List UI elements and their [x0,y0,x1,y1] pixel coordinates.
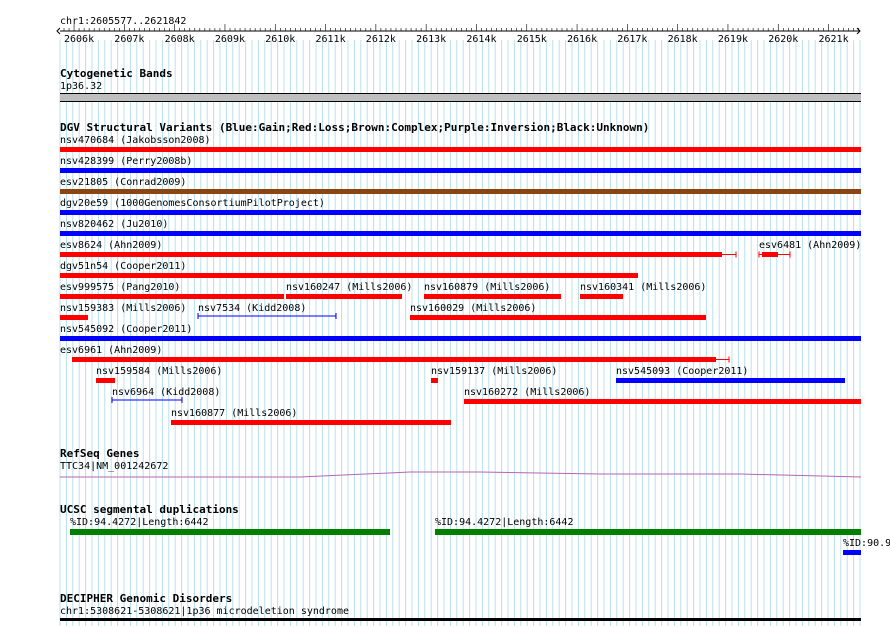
refseq-gene-line[interactable] [60,471,862,478]
dgv-feature-bar-nsv160029[interactable] [410,315,706,320]
dgv-feature-bar-dgv51n54[interactable] [60,273,638,278]
dgv-feature-bar-nsv820462[interactable] [60,231,861,236]
dgv-feature-bar-nsv7534[interactable] [197,313,337,319]
dgv-feature-bar-esv8624[interactable] [60,251,737,258]
dgv-feature-bar-nsv159584[interactable] [96,378,115,383]
dgv-feature-bar-nsv160877[interactable] [171,420,451,425]
dgv-feature-bar-nsv470684[interactable] [60,147,861,152]
dgv-feature-bar-nsv160247[interactable] [286,294,402,299]
segdup-bar-3[interactable] [843,550,861,555]
dgv-feature-bar-nsv545093[interactable] [616,378,845,383]
segdup-bar-2[interactable] [435,529,861,535]
feature-canvas [60,147,862,555]
dgv-feature-bar-esv999575[interactable] [60,294,284,299]
dgv-feature-bar-esv6961[interactable] [72,356,730,363]
segdup-bar-1[interactable] [70,529,390,535]
dgv-feature-bar-nsv159137[interactable] [431,378,438,383]
dgv-feature-bar-nsv160341[interactable] [580,294,623,299]
dgv-feature-bar-nsv545092[interactable] [60,336,861,341]
dgv-feature-bar-nsv160272[interactable] [464,399,861,404]
dgv-feature-bar-esv6481[interactable] [758,251,791,258]
dgv-feature-bar-nsv160879[interactable] [424,294,561,299]
dgv-feature-bar-esv21805[interactable] [60,189,861,194]
dgv-feature-bar-nsv159383[interactable] [60,315,88,320]
dgv-feature-bar-dgv20e59[interactable] [60,210,861,215]
dgv-feature-bar-nsv6964[interactable] [111,397,183,403]
dgv-feature-bar-nsv428399[interactable] [60,168,861,173]
